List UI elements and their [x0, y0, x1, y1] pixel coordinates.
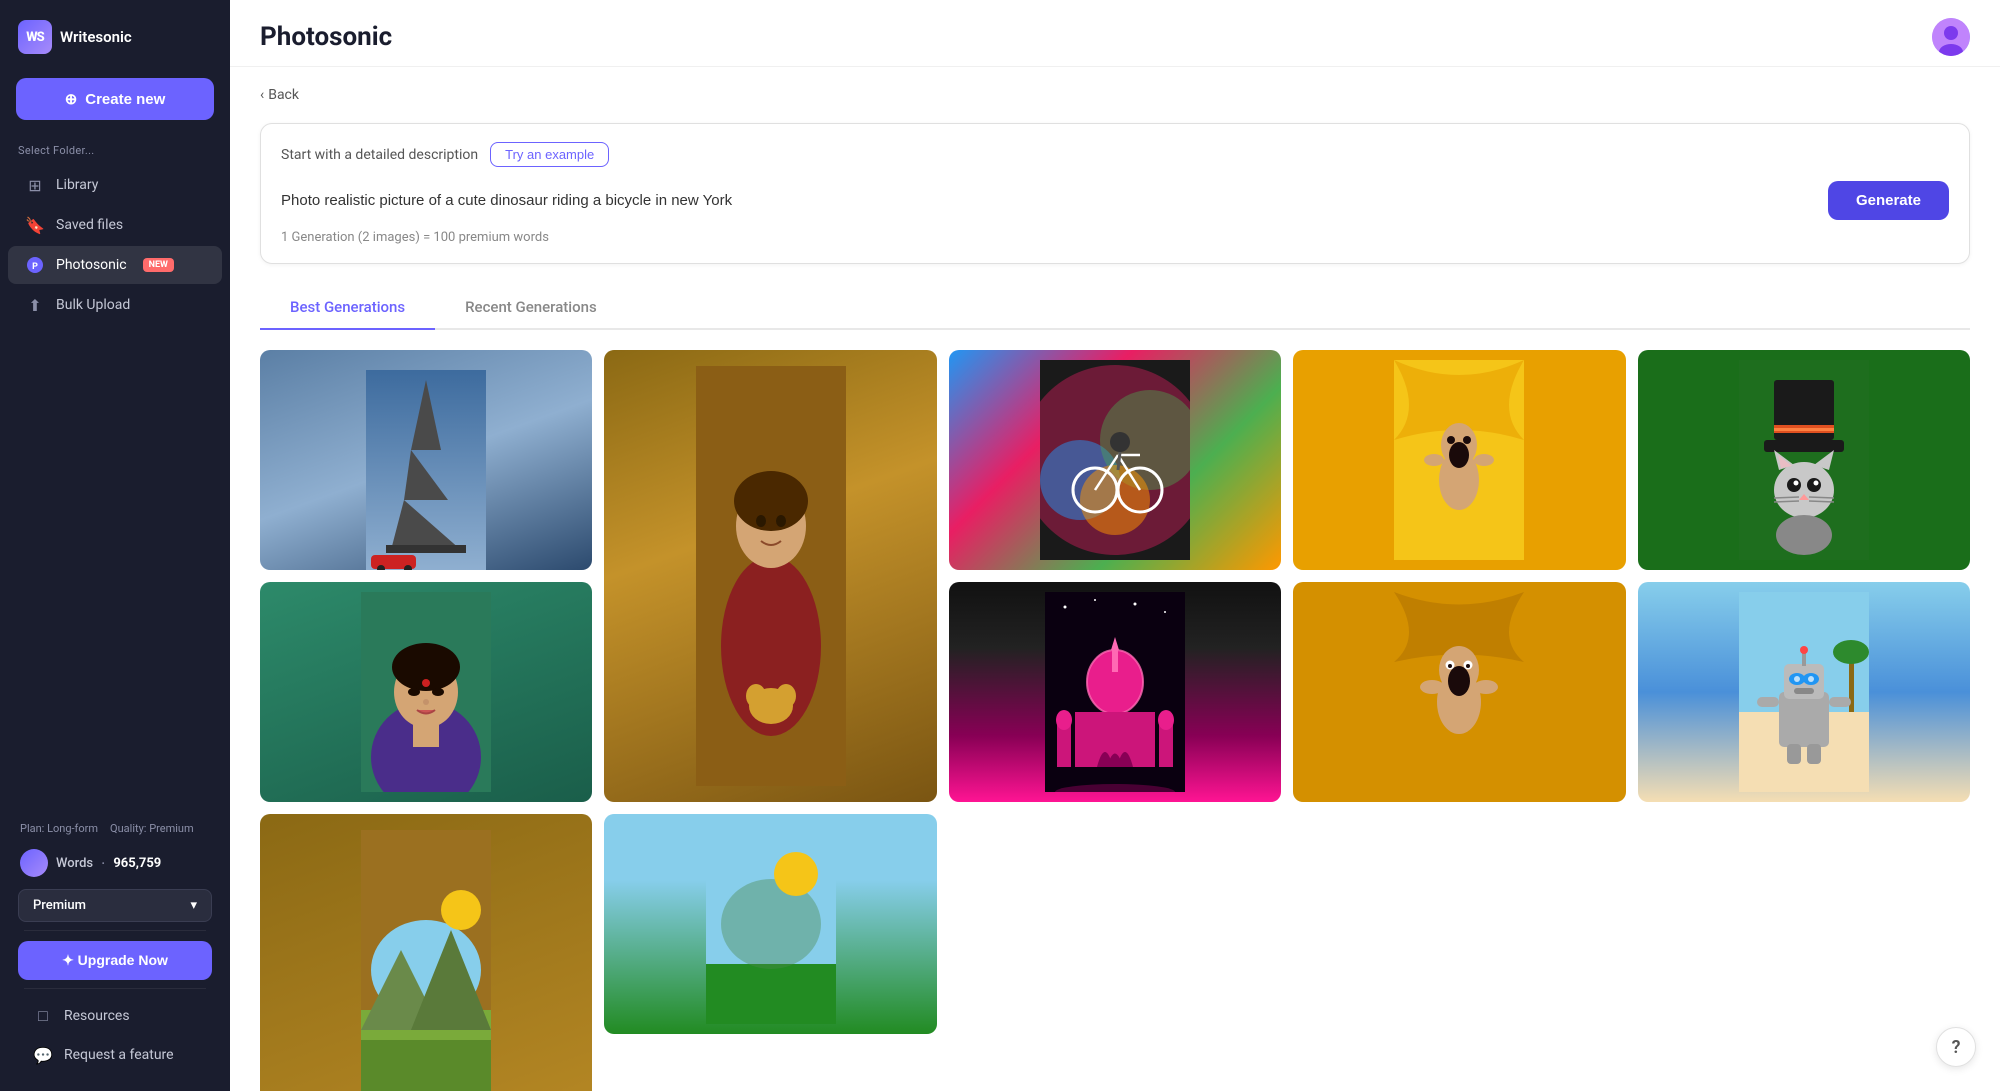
sidebar-item-photosonic[interactable]: P Photosonic new: [8, 246, 222, 284]
plus-icon: ⊕: [65, 90, 78, 108]
photosonic-icon: P: [26, 256, 44, 274]
upgrade-now-button[interactable]: ✦ Upgrade Now: [18, 941, 212, 980]
sidebar: WS Writesonic ⊕ Create new Select Folder…: [0, 0, 230, 1091]
main-header: Photosonic: [230, 0, 2000, 67]
tab-recent-generations[interactable]: Recent Generations: [435, 288, 627, 330]
generation-cost: 1 Generation (2 images) = 100 premium wo…: [281, 230, 1949, 245]
svg-text:P: P: [32, 262, 38, 272]
quality-label: Quality: Premium: [110, 822, 194, 835]
gallery-image-scream-2[interactable]: [1293, 582, 1625, 802]
new-badge: new: [143, 258, 174, 272]
gallery-image-indian-woman[interactable]: [260, 582, 592, 802]
sidebar-item-saved-files-label: Saved files: [56, 217, 123, 233]
gallery-image-cyclist[interactable]: [949, 350, 1281, 570]
user-avatar[interactable]: [1932, 18, 1970, 56]
quality-dropdown[interactable]: Premium ▾: [18, 889, 212, 922]
quality-dropdown-value: Premium: [33, 898, 86, 913]
image-gallery: [260, 350, 1970, 1091]
bookmark-icon: 🔖: [26, 216, 44, 234]
sidebar-item-bulk-upload[interactable]: ⬆ Bulk Upload: [8, 286, 222, 324]
dot-separator: ·: [101, 854, 105, 873]
main-content: ‹ Back Start with a detailed description…: [230, 67, 2000, 1091]
gallery-image-taj-mahal[interactable]: [949, 582, 1281, 802]
gallery-image-landscape[interactable]: [604, 814, 936, 1034]
prompt-input[interactable]: [281, 188, 1816, 213]
help-icon: ?: [1952, 1037, 1961, 1058]
gallery-image-eiffel[interactable]: [260, 350, 592, 570]
prompt-description-label: Start with a detailed description: [281, 147, 478, 163]
upload-icon: ⬆: [26, 296, 44, 314]
sidebar-item-request-feature-label: Request a feature: [64, 1047, 174, 1063]
sidebar-item-library[interactable]: ⊞ Library: [8, 166, 222, 204]
library-icon: ⊞: [26, 176, 44, 194]
back-button[interactable]: ‹ Back: [260, 87, 299, 103]
words-orb-icon: [20, 849, 48, 877]
gallery-image-scream-1[interactable]: [1293, 350, 1625, 570]
sidebar-item-request-feature[interactable]: 💬 Request a feature: [16, 1036, 214, 1074]
generate-button[interactable]: Generate: [1828, 181, 1949, 220]
resources-icon: □: [34, 1007, 52, 1025]
prompt-header: Start with a detailed description Try an…: [281, 142, 1949, 167]
prompt-input-row: Generate: [281, 181, 1949, 220]
words-label: Words: [56, 856, 93, 871]
plan-label: Plan: Long-form: [20, 822, 98, 835]
words-row: Words · 965,759: [8, 843, 222, 883]
logo-text: Writesonic: [60, 28, 132, 46]
main-content-area: Photosonic ‹ Back Start with a detailed …: [230, 0, 2000, 1091]
logo[interactable]: WS Writesonic: [0, 0, 230, 70]
gallery-image-portrait-2[interactable]: [260, 814, 592, 1091]
page-title: Photosonic: [260, 22, 392, 52]
sidebar-item-resources-label: Resources: [64, 1008, 130, 1024]
tabs-row: Best Generations Recent Generations: [260, 288, 1970, 330]
gallery-image-robot[interactable]: [1638, 582, 1970, 802]
back-arrow-icon: ‹: [260, 87, 264, 103]
help-button[interactable]: ?: [1936, 1027, 1976, 1067]
sidebar-item-photosonic-label: Photosonic: [56, 257, 127, 273]
gallery-image-mona-lisa[interactable]: [604, 350, 936, 802]
chevron-down-icon: ▾: [190, 898, 197, 913]
sidebar-item-bulk-upload-label: Bulk Upload: [56, 297, 130, 313]
sidebar-item-resources[interactable]: □ Resources: [16, 997, 214, 1035]
chat-icon: 💬: [34, 1046, 52, 1064]
sidebar-item-library-label: Library: [56, 177, 98, 193]
try-example-button[interactable]: Try an example: [490, 142, 609, 167]
back-label: Back: [268, 87, 299, 103]
prompt-box: Start with a detailed description Try an…: [260, 123, 1970, 264]
gallery-image-cat-hat[interactable]: [1638, 350, 1970, 570]
words-count: 965,759: [113, 856, 161, 871]
select-folder-label: Select Folder...: [0, 140, 230, 165]
sidebar-item-saved-files[interactable]: 🔖 Saved files: [8, 206, 222, 244]
tab-best-generations[interactable]: Best Generations: [260, 288, 435, 330]
logo-icon: WS: [18, 20, 52, 54]
plan-info: Plan: Long-form Quality: Premium: [8, 814, 222, 843]
create-new-button[interactable]: ⊕ Create new: [16, 78, 214, 120]
